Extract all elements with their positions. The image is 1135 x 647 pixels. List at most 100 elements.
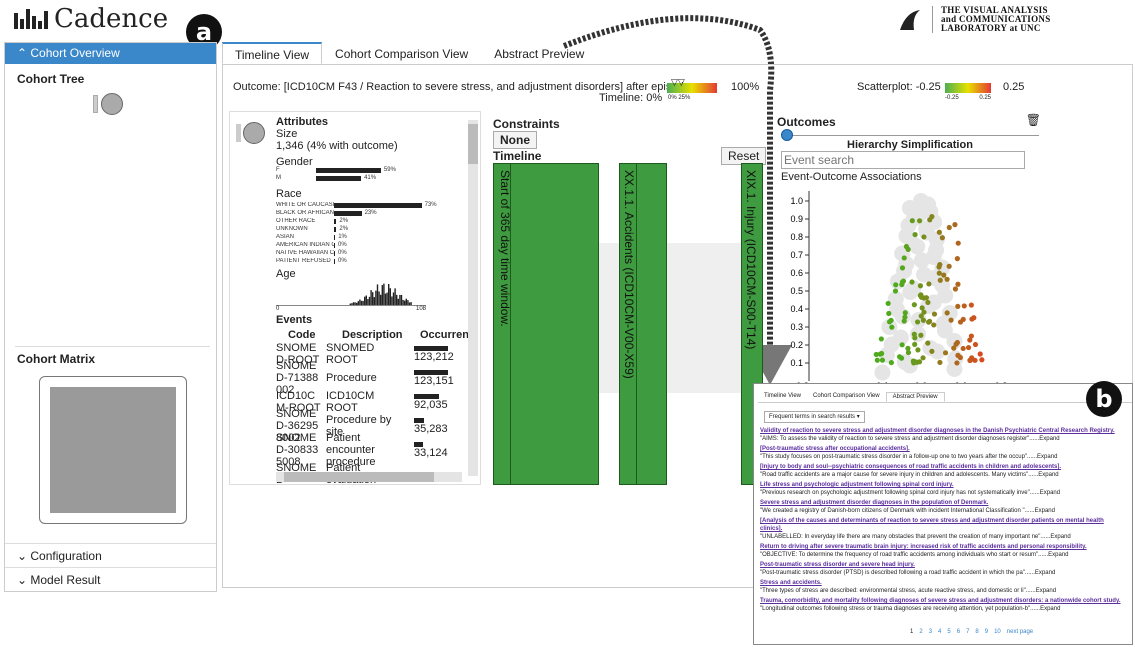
- events-hscroll[interactable]: [276, 472, 462, 482]
- cohort-overview-header[interactable]: ⌃ Cohort Overview: [5, 43, 216, 64]
- scatter-point[interactable]: [889, 324, 895, 330]
- hierarchy-slider[interactable]: [787, 135, 1039, 136]
- trash-icon[interactable]: 🗑: [1026, 113, 1041, 127]
- scatter-point[interactable]: [905, 246, 911, 252]
- list-item[interactable]: Stress and accidents. "Three types of str…: [760, 579, 1126, 595]
- scatter-point[interactable]: [941, 272, 947, 278]
- scatter-point[interactable]: [961, 303, 967, 309]
- scatter-point[interactable]: [954, 360, 960, 366]
- list-item[interactable]: Validity of reaction to severe stress an…: [760, 427, 1126, 443]
- model-result-section[interactable]: ⌄ Model Result: [5, 567, 216, 591]
- tab-cohort-comparison-view[interactable]: Cohort Comparison View: [322, 42, 481, 64]
- scatter-point[interactable]: [968, 302, 974, 308]
- page-link[interactable]: 6: [957, 628, 960, 636]
- page-link[interactable]: 5: [947, 628, 950, 636]
- scatter-point[interactable]: [951, 345, 957, 351]
- scatter-point[interactable]: [948, 317, 954, 323]
- scatter-point[interactable]: [899, 342, 905, 348]
- page-link[interactable]: 7: [966, 628, 969, 636]
- scatter-point[interactable]: [899, 265, 906, 271]
- inset-tab-abstract[interactable]: Abstract Preview: [885, 392, 945, 402]
- scatter-point[interactable]: [967, 337, 973, 343]
- association-scatterplot[interactable]: 1.00.90.80.70.60.50.40.30.20.1-0.3-0.10.…: [771, 181, 1045, 391]
- page-link[interactable]: 1: [910, 628, 913, 636]
- tab-timeline-view[interactable]: Timeline View: [222, 42, 323, 64]
- scatter-point[interactable]: [873, 351, 879, 358]
- scatter-point[interactable]: [969, 355, 975, 361]
- page-link[interactable]: 10: [994, 628, 1001, 636]
- list-item[interactable]: [Post-traumatic stress after occupationa…: [760, 445, 1126, 461]
- abstract-title[interactable]: Severe stress and adjustment disorder di…: [760, 499, 1126, 507]
- scatter-point[interactable]: [914, 359, 920, 365]
- scatter-point[interactable]: [960, 345, 966, 352]
- page-link[interactable]: 3: [929, 628, 932, 636]
- inset-tab-timeline[interactable]: Timeline View: [758, 392, 807, 402]
- scatter-point[interactable]: [955, 281, 961, 287]
- scatter-point[interactable]: [917, 292, 923, 299]
- scatter-point[interactable]: [915, 347, 921, 353]
- abstract-title[interactable]: Validity of reaction to severe stress an…: [760, 427, 1126, 435]
- cohort-tree-node[interactable]: [93, 93, 123, 115]
- list-item[interactable]: [Analysis of the causes and determinants…: [760, 517, 1126, 541]
- scatter-point[interactable]: [885, 300, 891, 307]
- scatter-point[interactable]: [893, 282, 899, 288]
- list-item[interactable]: Return to driving after severe traumatic…: [760, 543, 1126, 559]
- scatter-point[interactable]: [942, 350, 949, 356]
- scatter-point[interactable]: [977, 351, 983, 357]
- list-item[interactable]: [Injury to body and soul--psychiatric co…: [760, 463, 1126, 479]
- scatter-point[interactable]: [925, 299, 931, 306]
- scatter-point[interactable]: [944, 276, 950, 282]
- scatter-point[interactable]: [912, 335, 918, 341]
- inset-tab-comparison[interactable]: Cohort Comparison View: [807, 392, 886, 402]
- scatter-point[interactable]: [946, 224, 952, 231]
- scatter-point[interactable]: [931, 322, 937, 328]
- scatter-point[interactable]: [921, 309, 927, 315]
- abstract-title[interactable]: [Post-traumatic stress after occupationa…: [760, 445, 1126, 453]
- list-item[interactable]: Severe stress and adjustment disorder di…: [760, 499, 1126, 515]
- scatter-point[interactable]: [886, 319, 893, 325]
- scatter-point[interactable]: [979, 357, 985, 363]
- scatter-point[interactable]: [888, 359, 894, 366]
- page-link[interactable]: 8: [975, 628, 978, 636]
- list-item[interactable]: Trauma, comorbidity, and mortality follo…: [760, 597, 1126, 613]
- scatter-point[interactable]: [902, 314, 908, 320]
- scatter-point[interactable]: [901, 255, 907, 261]
- scatter-point[interactable]: [937, 277, 943, 283]
- scatter-point[interactable]: [944, 310, 950, 316]
- table-row[interactable]: SNOMED-308335008 Patient encounter proced…: [276, 432, 480, 468]
- scatter-point[interactable]: [965, 344, 972, 351]
- scatter-point[interactable]: [929, 348, 935, 354]
- page-link[interactable]: 2: [919, 628, 922, 636]
- list-item[interactable]: Life stress and psychologic adjustment f…: [760, 481, 1126, 497]
- abstract-title[interactable]: [Injury to body and soul--psychiatric co…: [760, 463, 1126, 471]
- scatter-point[interactable]: [955, 303, 961, 310]
- scatter-point[interactable]: [917, 283, 924, 289]
- scatter-point[interactable]: [952, 286, 959, 292]
- scatter-point[interactable]: [892, 288, 899, 294]
- abstract-title[interactable]: Trauma, comorbidity, and mortality follo…: [760, 597, 1126, 605]
- abstract-title[interactable]: Post-traumatic stress disorder and sever…: [760, 561, 1126, 569]
- scatter-point[interactable]: [936, 264, 942, 270]
- scatter-point[interactable]: [900, 278, 907, 284]
- scatter-point[interactable]: [878, 336, 884, 342]
- timeline-bar-start-window[interactable]: Start of 365 day time window.: [493, 163, 599, 485]
- scatter-point[interactable]: [905, 349, 912, 356]
- scatter-point[interactable]: [960, 316, 966, 323]
- event-search-input[interactable]: [781, 151, 1025, 169]
- scatter-point[interactable]: [926, 319, 932, 325]
- slider-handle[interactable]: [781, 129, 793, 141]
- scatter-point[interactable]: [902, 310, 908, 316]
- timeline-bar-accidents[interactable]: XX.1.1. Accidents (ICD10CM-V00-X59): [619, 163, 667, 485]
- scatter-point[interactable]: [886, 310, 892, 317]
- scatter-point[interactable]: [952, 222, 958, 228]
- scatter-point[interactable]: [925, 340, 931, 346]
- scatter-point[interactable]: [972, 341, 979, 348]
- scatter-point[interactable]: [921, 234, 927, 240]
- scatter-point[interactable]: [957, 354, 963, 361]
- scatter-point[interactable]: [923, 295, 930, 301]
- scatter-point[interactable]: [927, 217, 933, 223]
- scatter-point[interactable]: [936, 229, 942, 235]
- abstract-title[interactable]: Stress and accidents.: [760, 579, 1126, 587]
- scatter-point[interactable]: [879, 357, 886, 363]
- scatter-point[interactable]: [954, 256, 960, 262]
